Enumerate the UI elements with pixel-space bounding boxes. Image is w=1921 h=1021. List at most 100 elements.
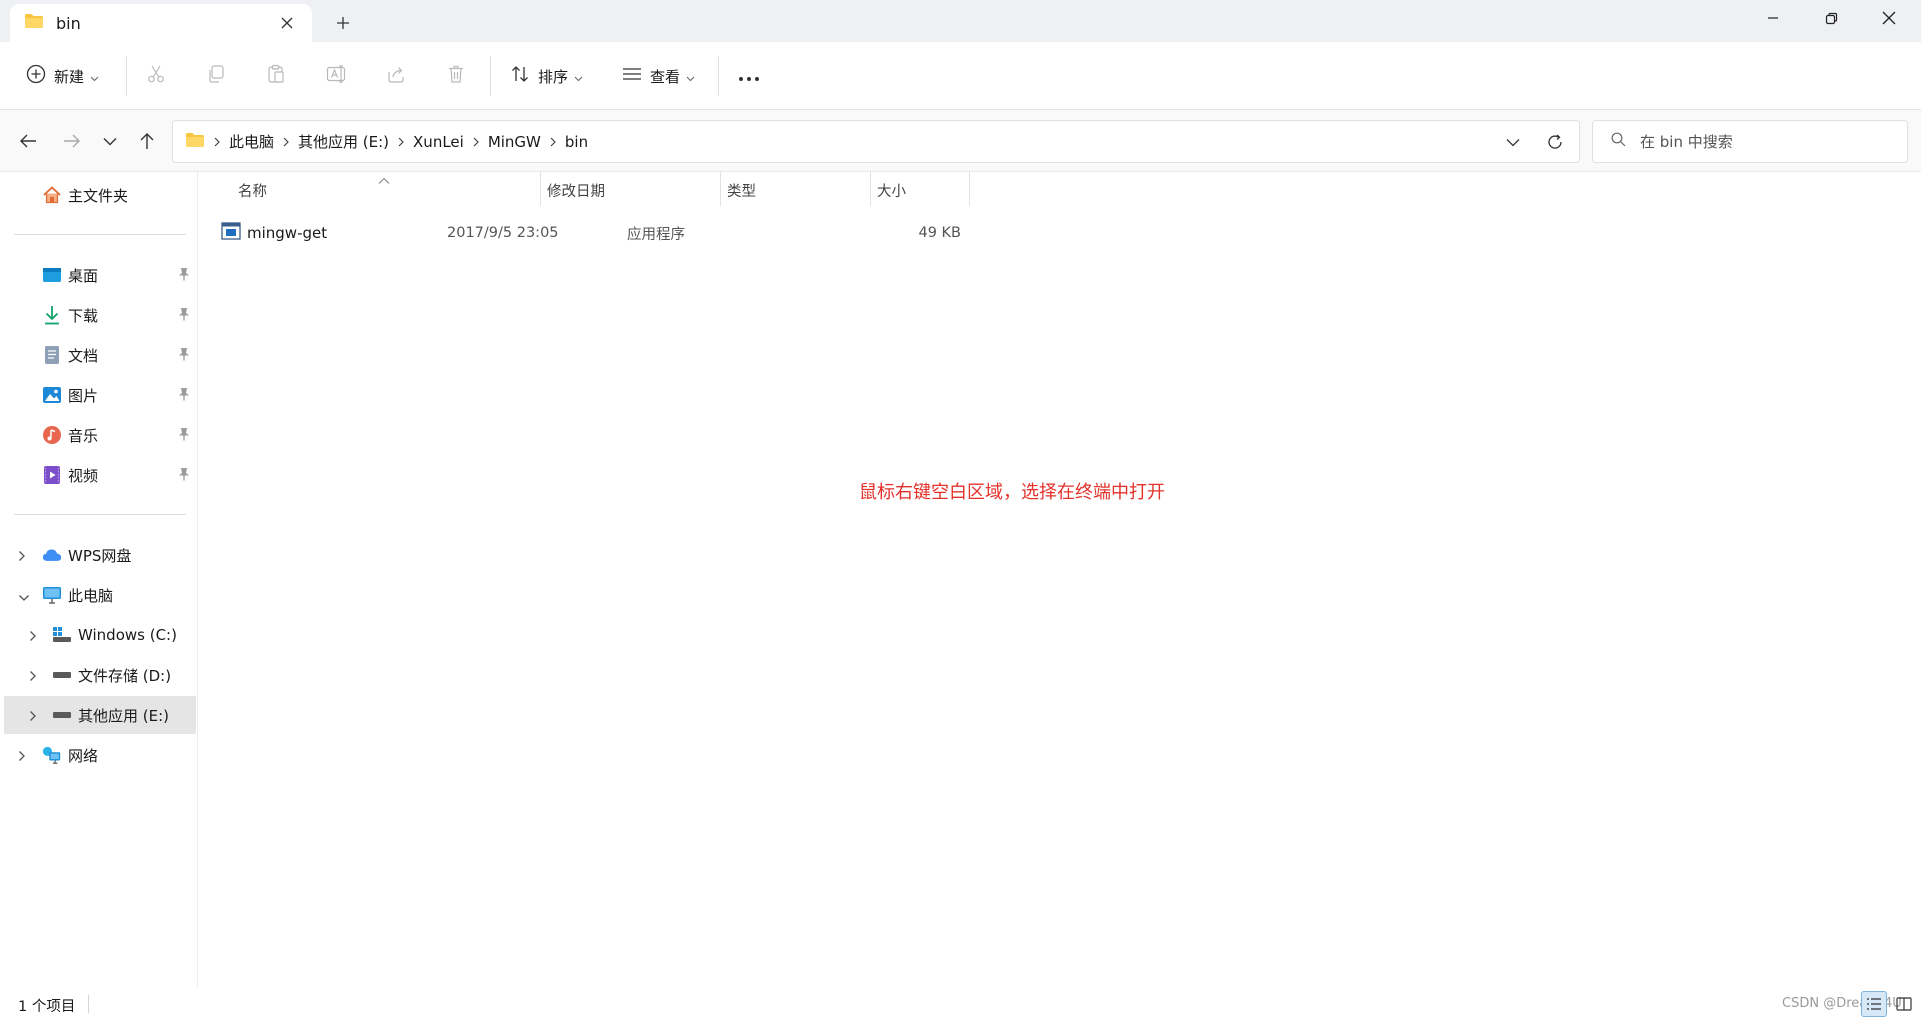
share-button[interactable]: [386, 56, 406, 96]
application-icon: [221, 222, 241, 244]
chevron-right-icon[interactable]: [18, 748, 26, 766]
sidebar-item-downloads[interactable]: 下载: [4, 296, 196, 334]
sidebar-item-videos[interactable]: 视频: [4, 456, 196, 494]
cut-button[interactable]: [146, 56, 166, 96]
pin-icon[interactable]: [178, 267, 190, 285]
sort-button[interactable]: 排序: [510, 56, 583, 96]
new-button[interactable]: 新建: [26, 56, 99, 96]
more-icon: [738, 67, 760, 86]
plus-circle-icon: [26, 64, 46, 88]
pin-icon[interactable]: [178, 387, 190, 405]
chevron-right-icon[interactable]: [214, 137, 220, 147]
clipboard-icon: [266, 64, 286, 88]
chevron-right-icon[interactable]: [473, 137, 479, 147]
breadcrumb-bin[interactable]: bin: [565, 133, 588, 151]
sidebar-item-this-pc[interactable]: 此电脑: [4, 576, 196, 614]
sidebar-item-documents[interactable]: 文档: [4, 336, 196, 374]
network-icon: [42, 745, 62, 765]
forward-icon[interactable]: [57, 126, 87, 156]
sidebar-item-music[interactable]: 音乐: [4, 416, 196, 454]
restore-icon[interactable]: [1802, 0, 1860, 36]
pin-icon[interactable]: [178, 427, 190, 445]
command-bar: 新建 排序 查看: [0, 42, 1921, 110]
pin-icon[interactable]: [178, 307, 190, 325]
tab-bin[interactable]: bin: [10, 4, 312, 42]
breadcrumb-this-pc[interactable]: 此电脑: [229, 131, 274, 152]
search-input[interactable]: [1640, 132, 1890, 151]
chevron-down-icon[interactable]: [18, 588, 30, 606]
copy-icon: [206, 64, 226, 88]
drive-icon: [52, 665, 72, 685]
search-box[interactable]: [1592, 120, 1908, 163]
sidebar-item-label: 文件存储 (D:): [78, 666, 172, 685]
breadcrumb-mingw[interactable]: MinGW: [488, 133, 541, 151]
chevron-right-icon[interactable]: [29, 628, 37, 646]
download-icon: [42, 305, 62, 325]
computer-icon: [42, 585, 62, 605]
share-icon: [386, 64, 406, 88]
file-size: 49 KB: [918, 225, 961, 241]
pin-icon[interactable]: [178, 347, 190, 365]
back-icon[interactable]: [13, 126, 43, 156]
chevron-right-icon[interactable]: [18, 548, 26, 566]
column-header-date[interactable]: 修改日期: [547, 172, 605, 208]
sidebar-item-drive-e[interactable]: 其他应用 (E:): [4, 696, 196, 734]
sort-icon: [510, 64, 530, 88]
navigation-pane: 主文件夹 桌面 下载 文档 图片 音乐 视频 WPS网盘 此电脑 Windows…: [0, 172, 198, 987]
column-header-name[interactable]: 名称: [238, 172, 267, 208]
paste-button[interactable]: [266, 56, 286, 96]
windows-drive-icon: [52, 625, 72, 645]
delete-button[interactable]: [446, 56, 466, 96]
recent-locations-icon[interactable]: [95, 126, 125, 156]
close-tab-icon[interactable]: [276, 12, 298, 34]
breadcrumb-drive-e[interactable]: 其他应用 (E:): [298, 131, 389, 152]
chevron-right-icon[interactable]: [29, 708, 37, 726]
sidebar-item-pictures[interactable]: 图片: [4, 376, 196, 414]
more-options-button[interactable]: [738, 56, 760, 96]
close-window-icon[interactable]: [1860, 0, 1918, 36]
search-icon: [1611, 132, 1626, 151]
new-tab-icon[interactable]: [330, 10, 356, 36]
up-icon[interactable]: [132, 126, 162, 156]
sidebar-item-wps-cloud[interactable]: WPS网盘: [4, 536, 196, 574]
instruction-annotation: 鼠标右键空白区域，选择在终端中打开: [859, 482, 1165, 503]
trash-icon: [446, 64, 466, 88]
view-button[interactable]: 查看: [622, 56, 695, 96]
minimize-icon[interactable]: [1744, 0, 1802, 36]
sidebar-item-drive-c[interactable]: Windows (C:): [4, 616, 196, 654]
view-label: 查看: [650, 67, 681, 86]
pictures-icon: [42, 385, 62, 405]
pin-icon[interactable]: [178, 467, 190, 485]
address-history-icon[interactable]: [1501, 131, 1525, 153]
column-header-size[interactable]: 大小: [877, 172, 906, 208]
sidebar-item-label: 图片: [68, 386, 99, 405]
title-bar: bin: [0, 0, 1921, 42]
sidebar-item-label: Windows (C:): [78, 626, 177, 644]
address-bar[interactable]: 此电脑 其他应用 (E:) XunLei MinGW bin: [172, 120, 1580, 163]
details-view-icon[interactable]: [1861, 991, 1887, 1017]
chevron-right-icon[interactable]: [29, 668, 37, 686]
address-row: 此电脑 其他应用 (E:) XunLei MinGW bin: [0, 110, 1921, 172]
file-list[interactable]: 名称 修改日期 类型 大小 mingw-get 2017/9/5 23:05 应…: [199, 172, 1921, 987]
breadcrumb-xunlei[interactable]: XunLei: [413, 133, 464, 151]
sidebar-item-desktop[interactable]: 桌面: [4, 256, 196, 294]
column-header-type[interactable]: 类型: [727, 172, 756, 208]
file-date: 2017/9/5 23:05: [447, 225, 559, 241]
file-name-cell: mingw-get: [221, 216, 327, 250]
folder-icon: [185, 132, 205, 152]
sidebar-item-home[interactable]: 主文件夹: [4, 176, 196, 214]
sidebar-item-drive-d[interactable]: 文件存储 (D:): [4, 656, 196, 694]
copy-button[interactable]: [206, 56, 226, 96]
file-name: mingw-get: [247, 224, 328, 242]
chevron-right-icon[interactable]: [398, 137, 404, 147]
rename-button[interactable]: [326, 56, 348, 96]
file-type: 应用程序: [627, 226, 685, 243]
sidebar-item-network[interactable]: 网络: [4, 736, 196, 774]
chevron-right-icon[interactable]: [550, 137, 556, 147]
refresh-icon[interactable]: [1543, 130, 1567, 154]
sidebar-item-label: 视频: [68, 466, 99, 485]
chevron-right-icon[interactable]: [283, 137, 289, 147]
desktop-icon: [42, 265, 62, 285]
tiles-view-icon[interactable]: [1891, 991, 1917, 1017]
file-row[interactable]: mingw-get 2017/9/5 23:05 应用程序 49 KB: [219, 216, 1171, 250]
